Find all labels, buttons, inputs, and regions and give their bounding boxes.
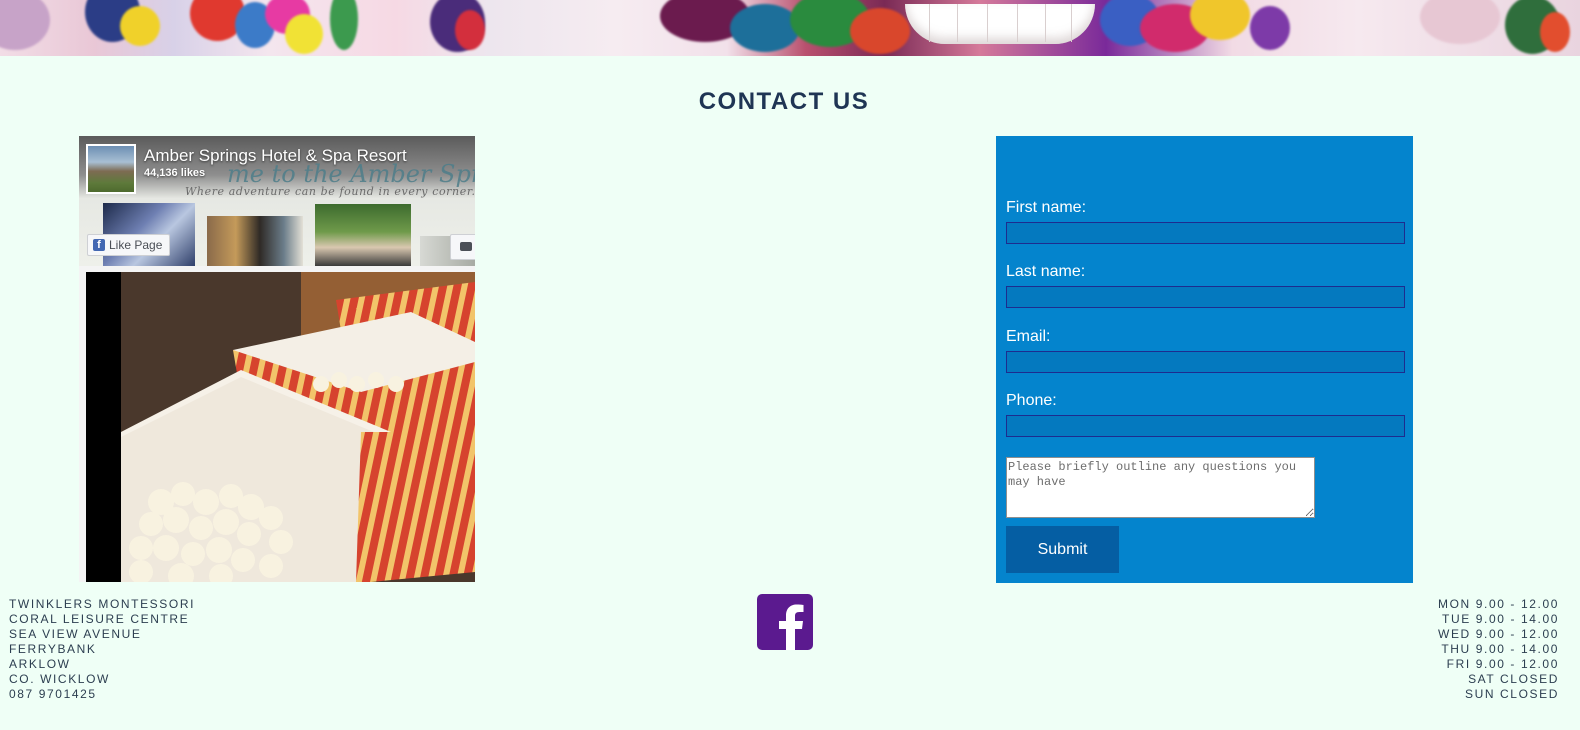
address-line: TWINKLERS MONTESSORI bbox=[9, 597, 196, 611]
page-avatar[interactable] bbox=[86, 144, 136, 194]
message-button[interactable] bbox=[450, 234, 475, 260]
last-name-input[interactable] bbox=[1006, 286, 1405, 308]
facebook-page-name[interactable]: Amber Springs Hotel & Spa Resort bbox=[144, 146, 407, 166]
footer-address: TWINKLERS MONTESSORI CORAL LEISURE CENTR… bbox=[9, 597, 195, 702]
contact-form: First name: Last name: Email: Phone: Sub… bbox=[996, 136, 1413, 583]
facebook-f-icon: f bbox=[93, 239, 105, 251]
hours-friday: FRI 9.00 - 12.00 bbox=[1446, 657, 1559, 671]
email-input[interactable] bbox=[1006, 351, 1405, 373]
hours-thursday: THU 9.00 - 14.00 bbox=[1441, 642, 1559, 656]
hours-saturday: SAT CLOSED bbox=[1468, 672, 1559, 686]
facebook-post-media[interactable] bbox=[86, 272, 475, 582]
submit-button[interactable]: Submit bbox=[1006, 526, 1119, 573]
address-line: CO. WICKLOW bbox=[9, 672, 110, 686]
message-textarea[interactable] bbox=[1006, 457, 1315, 518]
phone-number: 087 9701425 bbox=[9, 687, 97, 701]
contact-us-heading: CONTACT US bbox=[698, 88, 870, 115]
phone-label: Phone: bbox=[1006, 392, 1057, 409]
address-line: SEA VIEW AVENUE bbox=[9, 627, 142, 641]
address-line: FERRYBANK bbox=[9, 642, 97, 656]
hours-wednesday: WED 9.00 - 12.00 bbox=[1438, 627, 1559, 641]
facebook-icon[interactable] bbox=[757, 594, 813, 650]
first-name-label: First name: bbox=[1006, 199, 1087, 216]
message-icon bbox=[460, 242, 472, 251]
first-name-input[interactable] bbox=[1006, 222, 1405, 244]
opening-hours: MON 9.00 - 12.00 TUE 9.00 - 14.00 WED 9.… bbox=[1438, 597, 1559, 702]
hours-sunday: SUN CLOSED bbox=[1464, 687, 1559, 701]
phone-input[interactable] bbox=[1006, 415, 1405, 437]
address-line: CORAL LEISURE CENTRE bbox=[9, 612, 190, 626]
last-name-label: Last name: bbox=[1006, 263, 1086, 280]
header-banner-image bbox=[0, 0, 1580, 56]
hours-tuesday: TUE 9.00 - 14.00 bbox=[1442, 612, 1559, 626]
like-page-label: Like Page bbox=[109, 238, 163, 252]
address-line: ARKLOW bbox=[9, 657, 71, 671]
facebook-likes-count: 44,136 likes bbox=[144, 167, 206, 179]
facebook-page-widget: me to the Amber Sprin Where adventure ca… bbox=[79, 136, 475, 582]
email-label: Email: bbox=[1006, 328, 1051, 345]
cover-tagline: Where adventure can be found in every co… bbox=[185, 185, 475, 198]
like-page-button[interactable]: f Like Page bbox=[87, 234, 171, 256]
popcorn-photo bbox=[121, 272, 475, 582]
hours-monday: MON 9.00 - 12.00 bbox=[1438, 597, 1559, 611]
facebook-cover-photo[interactable]: me to the Amber Sprin Where adventure ca… bbox=[79, 136, 475, 266]
